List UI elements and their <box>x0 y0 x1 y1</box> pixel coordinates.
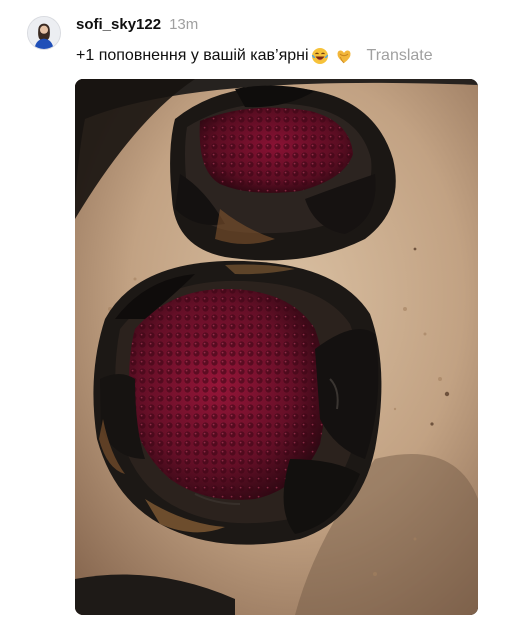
username-link[interactable]: sofi_sky122 <box>76 16 161 33</box>
avatar-image <box>28 17 60 49</box>
avatar[interactable] <box>27 16 61 50</box>
laughing-face-emoji-icon <box>311 47 329 65</box>
post-photo[interactable] <box>75 79 478 615</box>
heart-hands-emoji-icon <box>335 47 353 65</box>
post-caption: +1 поповнення у вашій кав’ярні <box>76 47 309 64</box>
post: sofi_sky122 13m +1 поповнення у вашій ка… <box>0 0 506 624</box>
caption-row: +1 поповнення у вашій кав’ярні Translate <box>76 45 433 67</box>
photo-of-burnt-berry-galettes-icon <box>75 79 478 615</box>
post-header: sofi_sky122 13m <box>76 16 198 36</box>
translate-button[interactable]: Translate <box>367 45 433 67</box>
post-timestamp: 13m <box>169 16 199 33</box>
